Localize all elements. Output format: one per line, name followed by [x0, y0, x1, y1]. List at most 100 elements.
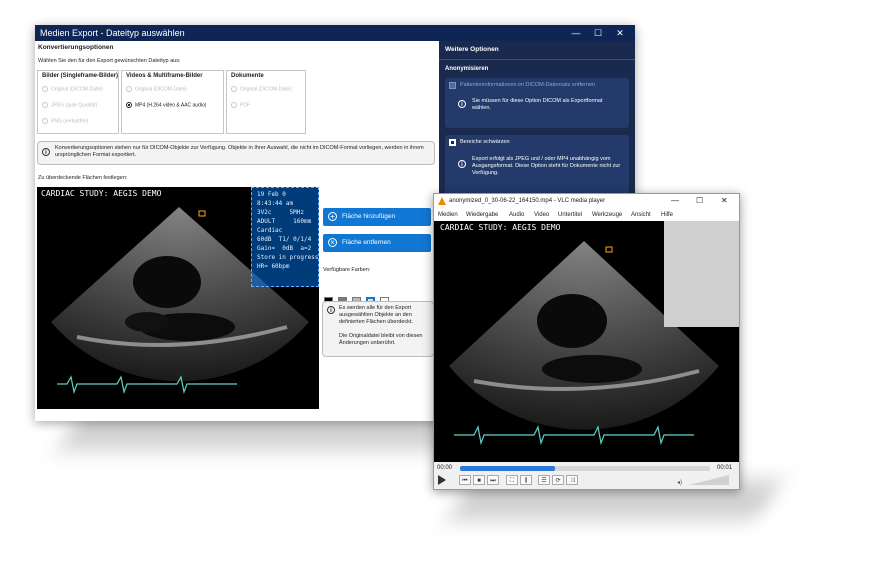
- close-button[interactable]: ✕: [609, 25, 631, 41]
- colors-label: Verfügbare Farben:: [323, 267, 371, 273]
- vlc-minimize-button[interactable]: —: [671, 196, 679, 205]
- menu-hilfe[interactable]: Hilfe: [661, 212, 673, 218]
- export-window-title: Medien Export - Dateityp auswählen: [40, 28, 185, 38]
- remove-area-label: Fläche entfernen: [342, 239, 391, 246]
- info-icon: i: [458, 100, 466, 108]
- group-documents: Dokumente Original (DICOM-Datei) PDF: [226, 70, 306, 134]
- group-documents-title: Dokumente: [231, 73, 264, 79]
- overlay-info-text2: Die Originaldatei bleibt von diesen Ände…: [339, 333, 423, 346]
- play-icon[interactable]: [438, 475, 446, 485]
- maximize-button[interactable]: ☐: [587, 25, 609, 41]
- vlc-close-button[interactable]: ✕: [721, 196, 728, 205]
- further-options-title: Weitere Optionen: [445, 46, 499, 53]
- next-icon[interactable]: ⏭: [487, 475, 499, 485]
- radio-label: JPEG (gute Qualität): [51, 102, 98, 109]
- add-area-button[interactable]: + Fläche hinzufügen: [323, 208, 431, 226]
- radio-videos-original[interactable]: Original (DICOM-Datei): [126, 86, 187, 92]
- remove-area-button[interactable]: × Fläche entfernen: [323, 234, 431, 252]
- menu-audio[interactable]: Audio: [509, 212, 524, 218]
- check-mark-icon: [451, 141, 454, 144]
- info-icon: i: [42, 148, 50, 156]
- vlc-titlebar: anonymized_0_30-06-22_164150.mp4 - VLC m…: [434, 194, 739, 210]
- radio-images-jpeg[interactable]: JPEG (gute Qualität): [42, 102, 97, 108]
- blacken-areas-label: Bereiche schwärzen: [460, 139, 510, 145]
- divider: [439, 59, 635, 60]
- add-area-label: Fläche hinzufügen: [342, 213, 396, 220]
- group-videos: Videos & Multiframe-Bilder Original (DIC…: [121, 70, 224, 134]
- overlay-line: 60dB T1/ 0/1/4: [257, 236, 312, 243]
- ultrasound-image[interactable]: CARDIAC STUDY: AEGIS DEMO 19 Feb 0 8:43:…: [37, 187, 319, 409]
- playlist-icon[interactable]: ☰: [538, 475, 550, 485]
- vlc-seek-progress: [460, 466, 555, 471]
- radio-dot: [42, 118, 48, 124]
- info-icon: i: [327, 306, 335, 314]
- info-icon: i: [458, 160, 466, 168]
- vlc-time-elapsed: 00:00: [437, 465, 453, 471]
- radio-label: Original (DICOM-Datei): [135, 86, 187, 93]
- vlc-time-total: 00:01: [717, 465, 733, 471]
- prev-icon[interactable]: ⏮: [459, 475, 471, 485]
- fullscreen-icon[interactable]: ⛶: [506, 475, 518, 485]
- radio-dot: [42, 102, 48, 108]
- radio-documents-original[interactable]: Original (DICOM-Datei): [231, 86, 292, 92]
- speaker-icon[interactable]: ◂): [677, 479, 682, 486]
- radio-dot: [126, 102, 132, 108]
- radio-documents-pdf[interactable]: PDF: [231, 102, 250, 108]
- radio-label: PDF: [240, 102, 250, 109]
- vlc-window-title: anonymized_0_30-06-22_164150.mp4 - VLC m…: [449, 198, 606, 204]
- vlc-cone-icon: [438, 197, 446, 205]
- menu-ansicht[interactable]: Ansicht: [631, 212, 651, 218]
- blacken-note: Export erfolgt als JPEG und / oder MP4 u…: [472, 156, 621, 176]
- overlay-info-box: i Es werden alle für den Export ausgewäh…: [322, 301, 434, 357]
- radio-label: Original (DICOM-Datei): [240, 86, 292, 93]
- overlay-text: 19 Feb 0 8:43:44 am 3V2c 5MHz ADULT 160m…: [257, 190, 318, 271]
- blackened-area: [664, 221, 739, 327]
- patient-info-note: Sie müssen für diese Option DICOM als Ex…: [472, 98, 603, 111]
- radio-dot: [231, 86, 237, 92]
- radio-label: PNG (verlustfrei): [51, 118, 89, 125]
- menu-wiedergabe[interactable]: Wiedergabe: [466, 212, 498, 218]
- equalizer-icon[interactable]: ⫼: [520, 475, 532, 485]
- overlay-line: HR= 60bpm: [257, 263, 290, 270]
- radio-videos-mp4[interactable]: MP4 (H.264 video & AAC audio): [126, 102, 206, 108]
- vlc-seek-bar[interactable]: [460, 466, 710, 471]
- menu-medien[interactable]: Medien: [438, 212, 458, 218]
- export-titlebar: Medien Export - Dateityp auswählen — ☐ ✕: [35, 25, 635, 41]
- further-options-panel: Weitere Optionen Anonymisieren Patienten…: [439, 41, 635, 201]
- plus-icon: +: [328, 212, 337, 221]
- volume-slider[interactable]: ◢: [689, 475, 729, 485]
- patient-info-card: Patienteninformationen im DICOM-Datensat…: [445, 78, 629, 128]
- overlay-info-text: Es werden alle für den Export ausgewählt…: [339, 305, 413, 325]
- vlc-menu-bar: Medien Wiedergabe Audio Video Untertitel…: [434, 210, 739, 221]
- cover-area-selection[interactable]: 19 Feb 0 8:43:44 am 3V2c 5MHz ADULT 160m…: [251, 187, 319, 287]
- conversion-instruction: Wählen Sie den für den Export gewünschte…: [38, 58, 181, 64]
- volume-track: [689, 475, 729, 485]
- menu-video[interactable]: Video: [534, 212, 549, 218]
- remove-icon: ×: [328, 238, 337, 247]
- vlc-maximize-button[interactable]: ☐: [696, 196, 703, 205]
- minimize-button[interactable]: —: [565, 25, 587, 41]
- blacken-areas-checkbox[interactable]: [449, 139, 456, 146]
- radio-dot: [42, 86, 48, 92]
- conversion-info-box: i Konvertierungsoptionen stehen nur für …: [37, 141, 435, 165]
- radio-label: Original (DICOM-Datei): [51, 86, 103, 93]
- shuffle-icon[interactable]: ⤨: [566, 475, 578, 485]
- radio-dot: [126, 86, 132, 92]
- overlay-line: ADULT 160mm: [257, 218, 312, 225]
- menu-werkzeuge[interactable]: Werkzeuge: [592, 212, 622, 218]
- radio-images-original[interactable]: Original (DICOM-Datei): [42, 86, 103, 92]
- radio-label: MP4 (H.264 video & AAC audio): [135, 102, 207, 109]
- stop-icon[interactable]: ■: [473, 475, 485, 485]
- overlay-line: Gain= 0dB a=2: [257, 245, 312, 252]
- overlay-line: 19 Feb 0: [257, 191, 286, 198]
- overlay-line: Cardiac: [257, 227, 283, 234]
- radio-dot: [231, 102, 237, 108]
- vlc-video-area[interactable]: CARDIAC STUDY: AEGIS DEMO: [434, 221, 739, 462]
- remove-patient-info-checkbox[interactable]: [449, 82, 456, 89]
- radio-images-png[interactable]: PNG (verlustfrei): [42, 118, 88, 124]
- loop-icon[interactable]: ⟳: [552, 475, 564, 485]
- menu-untertitel[interactable]: Untertitel: [558, 212, 582, 218]
- blacken-card: Bereiche schwärzen i Export erfolgt als …: [445, 135, 629, 195]
- export-main-panel: Konvertierungsoptionen Wählen Sie den fü…: [35, 41, 439, 421]
- overlay-line: 8:43:44 am: [257, 200, 294, 207]
